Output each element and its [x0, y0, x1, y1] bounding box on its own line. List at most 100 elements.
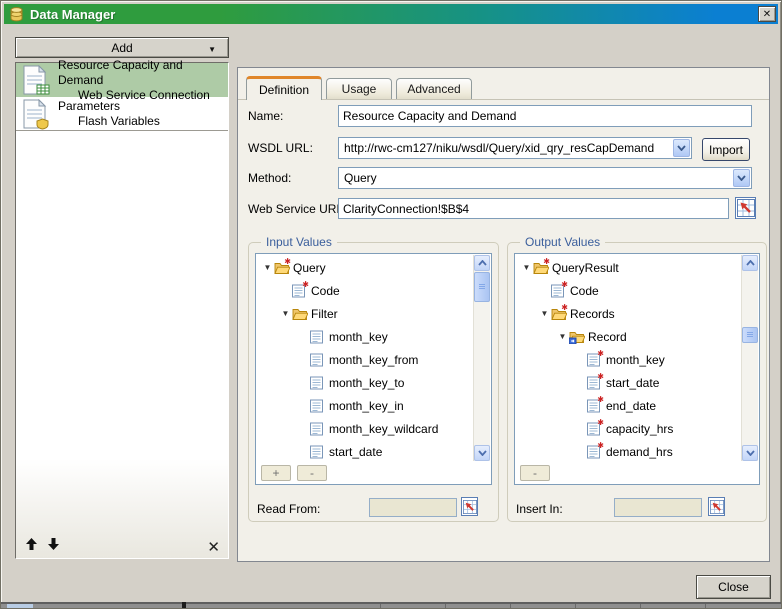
add-button[interactable]: Add ▼ — [15, 37, 229, 58]
insert-in-cell-picker-icon[interactable] — [708, 497, 725, 516]
document-icon — [310, 330, 327, 344]
wsdl-url-combobox[interactable]: http://rwc-cm127/niku/wsdl/Query/xid_qry… — [338, 137, 692, 159]
document-icon — [310, 353, 327, 367]
tree-item[interactable]: ▼✱QueryResult — [516, 256, 740, 279]
required-asterisk-icon: ✱ — [597, 418, 604, 427]
required-asterisk-icon: ✱ — [302, 280, 309, 289]
folder-icon: ✱ — [274, 261, 291, 275]
tree-item-label: Code — [568, 284, 599, 298]
read-from-cell-picker-icon[interactable] — [461, 497, 478, 516]
combo-dropdown-icon[interactable] — [733, 169, 750, 187]
list-item-title: Resource Capacity and Demand — [58, 58, 228, 88]
tree-item[interactable]: ✱capacity_hrs — [516, 417, 740, 440]
tree-item[interactable]: ✱end_date — [516, 394, 740, 417]
scroll-down-icon[interactable] — [742, 445, 758, 461]
move-up-button[interactable] — [26, 538, 37, 553]
web-service-document-icon — [21, 65, 51, 99]
required-asterisk-icon: ✱ — [561, 280, 568, 289]
tree-item[interactable]: ▼Record — [516, 325, 740, 348]
required-asterisk-icon: ✱ — [597, 395, 604, 404]
tree-item[interactable]: month_key_to — [257, 371, 472, 394]
required-asterisk-icon: ✱ — [561, 303, 568, 312]
expander-open-icon[interactable]: ▼ — [556, 332, 569, 341]
list-item-web-service-connection[interactable]: Resource Capacity and Demand Web Service… — [16, 63, 228, 97]
tree-item[interactable]: start_date — [257, 440, 472, 460]
method-value: Query — [339, 171, 732, 185]
tab-label: Usage — [342, 82, 377, 96]
read-from-label: Read From: — [257, 502, 320, 516]
required-asterisk-icon: ✱ — [597, 441, 604, 450]
tree-item-label: capacity_hrs — [604, 422, 673, 436]
document-icon — [310, 422, 327, 436]
delete-item-button[interactable]: ✕ — [207, 540, 220, 555]
document-icon: ✱ — [587, 376, 604, 390]
tree-item[interactable]: ▼Filter — [257, 302, 472, 325]
document-icon: ✱ — [587, 445, 604, 459]
input-values-groupbox: Input Values ▼✱Query✱Code▼Filtermonth_ke… — [248, 242, 499, 522]
scroll-down-icon[interactable] — [474, 445, 490, 461]
expander-open-icon[interactable]: ▼ — [261, 263, 274, 272]
tree-item[interactable]: month_key — [257, 325, 472, 348]
document-icon — [310, 376, 327, 390]
tab-usage[interactable]: Usage — [326, 78, 392, 99]
add-node-button[interactable]: + — [261, 465, 291, 481]
remove-node-button[interactable]: - — [297, 465, 327, 481]
name-input[interactable] — [338, 105, 752, 127]
name-label: Name: — [248, 109, 283, 123]
window-title: Data Manager — [30, 7, 758, 22]
background-fragment — [7, 604, 33, 608]
tab-advanced[interactable]: Advanced — [396, 78, 472, 99]
input-tree-scrollbar[interactable] — [473, 255, 490, 461]
tree-item[interactable]: ✱Code — [257, 279, 472, 302]
scroll-thumb[interactable] — [742, 327, 758, 343]
output-values-tree-panel: ▼✱QueryResult✱Code▼✱Records▼Record✱month… — [514, 253, 760, 485]
expander-open-icon[interactable]: ▼ — [538, 309, 551, 318]
title-bar[interactable]: Data Manager ✕ — [4, 4, 778, 24]
import-button[interactable]: Import — [702, 138, 750, 161]
parameters-document-icon — [21, 99, 51, 133]
tree-item[interactable]: ▼✱Records — [516, 302, 740, 325]
tab-definition[interactable]: Definition — [246, 76, 322, 100]
window-close-button[interactable]: ✕ — [758, 6, 776, 22]
remove-node-button[interactable]: - — [520, 465, 550, 481]
folder-icon: ✱ — [551, 307, 568, 321]
tree-item-label: month_key — [604, 353, 665, 367]
insert-in-input[interactable] — [614, 498, 702, 517]
tree-item-label: Query — [291, 261, 326, 275]
list-item-flash-variables[interactable]: Parameters Flash Variables — [16, 97, 228, 131]
required-asterisk-icon: ✱ — [597, 372, 604, 381]
method-combobox[interactable]: Query — [338, 167, 752, 189]
combo-dropdown-icon[interactable] — [673, 139, 690, 157]
expander-open-icon[interactable]: ▼ — [279, 309, 292, 318]
tree-item[interactable]: ✱Code — [516, 279, 740, 302]
close-button[interactable]: Close — [696, 575, 771, 599]
tree-item-label: month_key_from — [327, 353, 418, 367]
tree-item[interactable]: ✱month_key — [516, 348, 740, 371]
tree-item-label: demand_hrs — [604, 445, 673, 459]
tree-item-label: start_date — [604, 376, 659, 390]
tree-item[interactable]: ▼✱Query — [257, 256, 472, 279]
document-icon: ✱ — [587, 399, 604, 413]
tree-item-label: month_key_wildcard — [327, 422, 438, 436]
scroll-up-icon[interactable] — [742, 255, 758, 271]
web-service-url-input[interactable] — [338, 198, 729, 219]
scroll-up-icon[interactable] — [474, 255, 490, 271]
read-from-input[interactable] — [369, 498, 457, 517]
output-tree-scrollbar[interactable] — [741, 255, 758, 461]
cell-picker-icon[interactable] — [735, 197, 756, 219]
tab-label: Advanced — [407, 82, 460, 96]
document-icon — [310, 399, 327, 413]
tree-item[interactable]: month_key_from — [257, 348, 472, 371]
tree-item[interactable]: ✱start_date — [516, 371, 740, 394]
tree-item[interactable]: month_key_in — [257, 394, 472, 417]
tree-item[interactable]: month_key_wildcard — [257, 417, 472, 440]
scroll-thumb[interactable] — [474, 272, 490, 302]
tree-item[interactable]: ✱demand_hrs — [516, 440, 740, 460]
document-icon: ✱ — [292, 284, 309, 298]
data-source-list: Resource Capacity and Demand Web Service… — [15, 62, 229, 559]
dropdown-arrow-icon: ▼ — [208, 45, 216, 54]
expander-open-icon[interactable]: ▼ — [520, 263, 533, 272]
move-down-button[interactable] — [48, 538, 59, 553]
input-values-tree-panel: ▼✱Query✱Code▼Filtermonth_keymonth_key_fr… — [255, 253, 492, 485]
document-icon: ✱ — [587, 353, 604, 367]
